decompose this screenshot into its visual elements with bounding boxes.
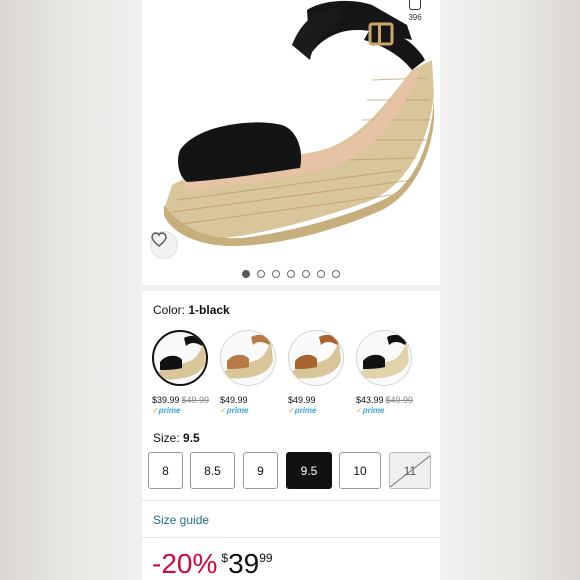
product-image-gallery[interactable]: 396 <box>142 0 440 265</box>
swatch-image <box>220 330 276 386</box>
price-whole: 39 <box>228 548 260 579</box>
prime-badge: ✓prime <box>220 406 249 415</box>
selected-size: 9.5 <box>183 431 200 445</box>
size-options: 8 8.5 9 9.5 10 11 <box>148 452 438 490</box>
selected-color: 1-black <box>188 303 230 317</box>
gallery-dot[interactable] <box>317 270 325 278</box>
swatch-price: $49.99 <box>220 395 248 405</box>
swatch-price: $43.99 <box>356 395 384 405</box>
color-swatch-black-natural[interactable]: $43.99 $49.99 ✓prime <box>356 330 416 420</box>
size-selection-label: Size: 9.5 <box>153 431 200 445</box>
size-option-8-5[interactable]: 8.5 <box>190 452 235 489</box>
price-block: -20% $3999 <box>152 548 273 580</box>
background-left <box>0 0 142 580</box>
color-swatch-brown[interactable]: $49.99 ✓prime <box>288 330 348 420</box>
color-swatch-black[interactable]: $39.99 $49.99 ✓prime <box>152 330 212 420</box>
heart-icon <box>151 232 167 247</box>
swatch-price: $49.99 <box>288 395 316 405</box>
gallery-dot[interactable] <box>287 270 295 278</box>
size-option-9[interactable]: 9 <box>243 452 278 489</box>
color-selection-label: Color: 1-black <box>153 303 230 317</box>
price-currency: $ <box>221 551 229 565</box>
size-option-8[interactable]: 8 <box>148 452 183 489</box>
swatch-image <box>288 330 344 386</box>
section-divider <box>142 500 440 501</box>
gallery-dot[interactable] <box>332 270 340 278</box>
gallery-dot[interactable] <box>242 270 250 278</box>
prime-badge: ✓prime <box>152 406 181 415</box>
product-image <box>164 0 434 246</box>
size-guide-link[interactable]: Size guide <box>153 513 209 527</box>
gallery-dot[interactable] <box>272 270 280 278</box>
gallery-pagination <box>142 268 440 280</box>
size-option-11[interactable]: 11 <box>389 452 431 489</box>
swatch-list-price: $49.99 <box>181 395 210 405</box>
color-swatches: $39.99 $49.99 ✓prime $49.99 ✓prime $49.9… <box>152 330 437 420</box>
background-right <box>438 0 580 580</box>
swatch-image <box>356 330 412 386</box>
section-divider <box>142 285 440 291</box>
share-icon <box>409 0 421 10</box>
image-count: 396 <box>408 13 422 22</box>
product-page: 396 Color: 1-black $39.99 $49.99 ✓prime … <box>142 0 440 580</box>
swatch-price: $39.99 <box>152 395 180 405</box>
favorite-button[interactable] <box>150 231 178 259</box>
gallery-dot[interactable] <box>257 270 265 278</box>
prime-badge: ✓prime <box>356 406 385 415</box>
swatch-list-price: $49.99 <box>385 395 414 405</box>
size-option-10[interactable]: 10 <box>339 452 381 489</box>
size-option-9-5[interactable]: 9.5 <box>286 452 332 489</box>
section-divider <box>142 537 440 538</box>
discount-percentage: -20% <box>152 548 218 579</box>
prime-badge: ✓prime <box>288 406 317 415</box>
price-fraction: 99 <box>259 551 273 565</box>
size-label: Size: <box>153 431 180 445</box>
share-button[interactable]: 396 <box>404 0 426 30</box>
swatch-image <box>152 330 208 386</box>
color-label: Color: <box>153 303 186 317</box>
color-swatch-tan[interactable]: $49.99 ✓prime <box>220 330 280 420</box>
gallery-dot[interactable] <box>302 270 310 278</box>
